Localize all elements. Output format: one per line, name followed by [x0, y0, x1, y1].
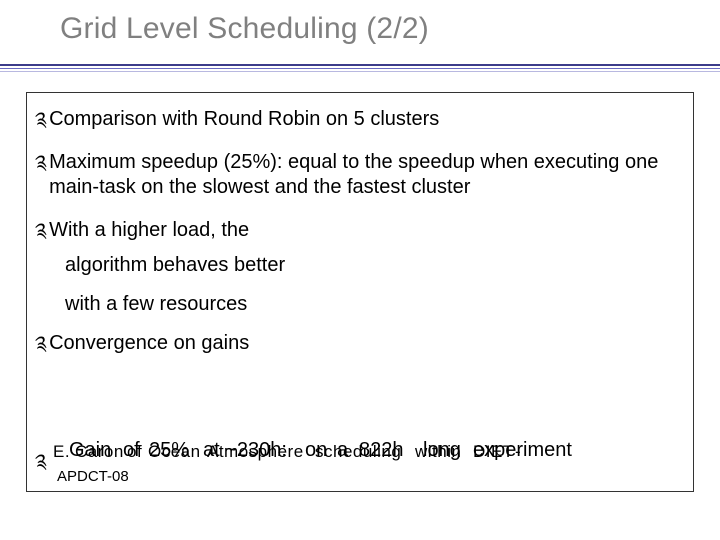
content-box: ༉ Comparison with Round Robin on 5 clust… — [26, 92, 694, 492]
bullet-glyph-icon: ༉ — [35, 151, 47, 176]
overlap-fragment: at ~230h: — [203, 439, 287, 462]
overlap-fragment: 822h — [359, 439, 404, 462]
bullet-glyph-icon: ༉ — [35, 451, 47, 473]
overlap-fragment: 25% — [149, 439, 189, 462]
overlap-fragment: - — [515, 442, 521, 462]
bullet-text: Maximum speedup (25%): equal to the spee… — [49, 150, 677, 200]
bullet-text: Convergence on gains — [49, 331, 677, 356]
bullet-item: ༉ Convergence on gains — [35, 331, 677, 356]
bullet-glyph-icon: ༉ — [35, 108, 47, 133]
bullet-text: With a higher load, the — [49, 218, 677, 243]
title-area: Grid Level Scheduling (2/2) — [0, 12, 720, 46]
bullet-glyph-icon: ༉ — [35, 219, 47, 244]
bullet-item: ༉ Comparison with Round Robin on 5 clust… — [35, 107, 677, 132]
bullet-continuation: algorithm behaves better — [65, 253, 677, 278]
slide-title: Grid Level Scheduling (2/2) — [60, 12, 720, 46]
bullet-glyph-icon: ༉ — [35, 332, 47, 357]
overlap-fragment: E. — [53, 442, 70, 462]
bullet-continuation: with a few resources — [65, 292, 677, 317]
bullet-text: Comparison with Round Robin on 5 cluster… — [49, 107, 677, 132]
overlap-fragment: a — [337, 439, 348, 462]
bullet-item: ༉ Maximum speedup (25%): equal to the sp… — [35, 150, 677, 200]
footer-text: APDCT-08 — [57, 468, 129, 485]
title-underline — [0, 64, 720, 72]
overlap-fragment: Caron — [75, 442, 124, 462]
overlap-fragment: of — [127, 442, 142, 462]
bullet-item: ༉ With a higher load, the — [35, 218, 677, 243]
overlap-fragment: long — [423, 439, 461, 462]
overlapping-text-row: ༉ E. Gain Caron of of Ocean 25% Atmosphe… — [35, 439, 675, 463]
slide: Grid Level Scheduling (2/2) ༉ Comparison… — [0, 0, 720, 540]
overlap-fragment: experiment — [473, 439, 572, 462]
